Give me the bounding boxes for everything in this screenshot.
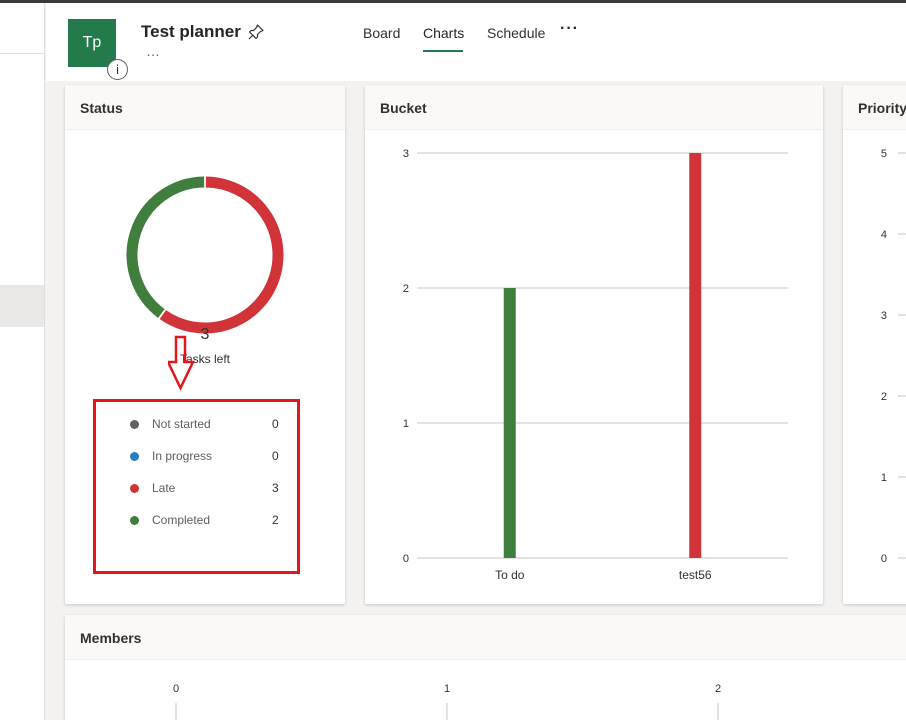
status-card-title: Status [65,85,345,130]
y-tick-label: 5 [881,148,887,160]
bucket-bar-chart: 0 1 2 3 To do test56 [403,148,788,582]
bar-test56[interactable] [689,153,702,558]
x-tick-label: To do [495,568,525,582]
tasks-left-value: 3 [201,326,210,343]
bucket-card: Bucket 0 1 2 3 To do test56 [365,85,823,604]
tab-schedule[interactable]: Schedule [487,25,545,41]
x-tick-label: 0 [173,683,179,695]
pin-icon[interactable] [247,23,265,41]
plan-header: Tp i Test planner … Board Charts Schedul… [46,3,906,81]
bar-to-do[interactable] [503,288,516,558]
y-tick-label: 0 [881,553,887,565]
y-tick-label: 2 [403,283,409,295]
tab-board[interactable]: Board [363,25,400,41]
donut-segment-late[interactable] [159,176,284,334]
bucket-card-title: Bucket [365,85,823,130]
y-tick-label: 2 [881,391,887,403]
annotation-arrow-icon [168,335,195,391]
y-tick-label: 4 [881,229,887,241]
y-tick-label: 3 [881,310,887,322]
left-nav [0,3,45,720]
priority-card-title: Priority [843,85,906,130]
x-tick-label: 2 [715,683,721,695]
left-nav-divider [0,53,44,54]
x-tick-label: test56 [679,568,712,582]
y-tick-label: 3 [403,148,409,160]
plan-title: Test planner [141,22,241,41]
members-bar-chart: 0 1 2 [173,683,721,720]
members-card-title: Members [65,615,906,660]
y-tick-label: 1 [403,418,409,430]
tab-charts[interactable]: Charts [423,25,464,41]
tab-charts-underline [423,50,463,52]
legend-highlight-box [93,399,300,574]
priority-card: Priority 0 1 2 3 4 5 [843,85,906,604]
left-nav-active-item[interactable] [0,285,44,327]
plan-avatar[interactable]: Tp [68,19,116,67]
x-tick-label: 1 [444,683,450,695]
priority-bar-chart: 0 1 2 3 4 5 [881,148,906,565]
y-tick-label: 0 [403,553,409,565]
donut-segment-completed[interactable] [126,176,205,318]
more-options-icon[interactable]: ··· [560,20,579,38]
title-more-icon[interactable]: … [146,43,161,59]
y-tick-label: 1 [881,472,887,484]
info-icon[interactable]: i [107,59,128,80]
members-card: Members 0 1 2 [65,615,906,720]
